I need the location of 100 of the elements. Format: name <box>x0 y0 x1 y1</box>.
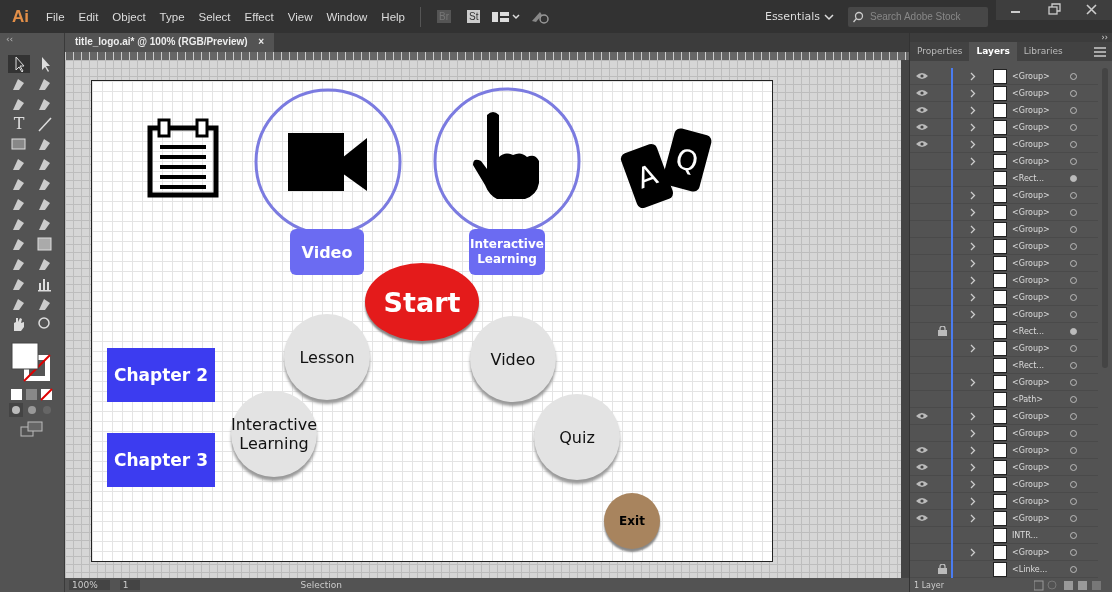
layer-name[interactable]: <Rect... <box>1012 360 1070 370</box>
layer-row[interactable]: <Group> <box>910 476 1098 493</box>
chevron-icon[interactable] <box>970 207 976 217</box>
layer-row[interactable]: <Group> <box>910 425 1098 442</box>
layer-name[interactable]: <Group> <box>1012 275 1070 285</box>
interactive-learning-label[interactable]: Interactive Learning <box>469 229 545 275</box>
layout-icon[interactable] <box>492 9 523 24</box>
layer-row[interactable]: <Group> <box>910 102 1098 119</box>
layer-row[interactable]: <Group> <box>910 255 1098 272</box>
chevron-icon[interactable] <box>970 139 976 149</box>
layer-name[interactable]: <Group> <box>1012 513 1070 523</box>
eye-icon[interactable] <box>915 89 928 97</box>
expand-toggle[interactable]: ›› <box>1101 33 1108 42</box>
layer-name[interactable]: <Group> <box>1012 411 1070 421</box>
chevron-icon[interactable] <box>970 71 976 81</box>
layer-name[interactable]: <Group> <box>1012 88 1070 98</box>
layer-name[interactable]: <Group> <box>1012 105 1070 115</box>
layer-row[interactable]: <Group> <box>910 153 1098 170</box>
layer-name[interactable]: <Group> <box>1012 139 1070 149</box>
chevron-icon[interactable] <box>970 479 976 489</box>
layer-name[interactable]: <Group> <box>1012 224 1070 234</box>
layer-name[interactable]: <Rect... <box>1012 173 1070 183</box>
layer-row[interactable]: <Group> <box>910 408 1098 425</box>
quiz-button[interactable]: Quiz <box>534 394 620 480</box>
layer-name[interactable]: <Group> <box>1012 445 1070 455</box>
lock-icon[interactable] <box>937 564 947 574</box>
layer-row[interactable]: <Group> <box>910 289 1098 306</box>
menu-item[interactable]: Edit <box>71 10 106 23</box>
layer-row[interactable]: <Group> <box>910 85 1098 102</box>
panel-tab[interactable]: Properties <box>910 42 970 61</box>
layer-name[interactable]: <Group> <box>1012 258 1070 268</box>
lock-icon[interactable] <box>937 326 947 336</box>
layer-name[interactable]: <Group> <box>1012 496 1070 506</box>
chevron-icon[interactable] <box>970 224 976 234</box>
eye-icon[interactable] <box>915 446 928 454</box>
layer-row[interactable]: <Group> <box>910 136 1098 153</box>
layer-name[interactable]: <Group> <box>1012 156 1070 166</box>
chevron-icon[interactable] <box>970 377 976 387</box>
chevron-icon[interactable] <box>970 496 976 506</box>
layer-name[interactable]: <Group> <box>1012 377 1070 387</box>
chevron-icon[interactable] <box>970 428 976 438</box>
layer-name[interactable]: <Group> <box>1012 122 1070 132</box>
layer-name[interactable]: <Group> <box>1012 292 1070 302</box>
layer-row[interactable]: <Group> <box>910 493 1098 510</box>
panel-tab[interactable]: Layers <box>969 42 1017 61</box>
chevron-icon[interactable] <box>970 88 976 98</box>
layer-row[interactable]: <Group> <box>910 340 1098 357</box>
layer-name[interactable]: <Group> <box>1012 207 1070 217</box>
panel-tab[interactable]: Libraries <box>1016 42 1070 61</box>
chevron-icon[interactable] <box>970 343 976 353</box>
layer-row[interactable]: <Group> <box>910 119 1098 136</box>
menu-item[interactable]: Help <box>374 10 412 23</box>
eye-icon[interactable] <box>915 106 928 114</box>
chevron-icon[interactable] <box>970 258 976 268</box>
layer-row[interactable]: <Path> <box>910 391 1098 408</box>
eye-icon[interactable] <box>915 463 928 471</box>
chevron-down-icon[interactable] <box>824 12 834 21</box>
video-button[interactable]: Video <box>470 316 556 402</box>
layer-row[interactable]: <Group> <box>910 204 1098 221</box>
layer-name[interactable]: <Path> <box>1012 394 1070 404</box>
eye-icon[interactable] <box>915 72 928 80</box>
chevron-icon[interactable] <box>970 292 976 302</box>
layer-name[interactable]: <Group> <box>1012 428 1070 438</box>
layer-row[interactable]: INTR... <box>910 527 1098 544</box>
interactive-learning-button[interactable]: Interactive Learning <box>231 391 317 477</box>
chevron-icon[interactable] <box>970 513 976 523</box>
target-circle[interactable] <box>1070 174 1077 182</box>
lesson-button[interactable]: Lesson <box>284 314 370 400</box>
layer-name[interactable]: <Group> <box>1012 547 1070 557</box>
chevron-icon[interactable] <box>970 411 976 421</box>
layer-name[interactable]: <Rect... <box>1012 326 1070 336</box>
search-field[interactable]: Search Adobe Stock <box>848 6 988 27</box>
menu-item[interactable]: Window <box>319 10 375 23</box>
chevron-icon[interactable] <box>970 275 976 285</box>
exit-button[interactable]: Exit <box>604 493 660 549</box>
layer-row[interactable]: <Group> <box>910 221 1098 238</box>
eye-icon[interactable] <box>915 412 928 420</box>
layer-row[interactable]: <Group> <box>910 68 1098 85</box>
layer-row[interactable]: <Group> <box>910 187 1098 204</box>
menu-icon[interactable] <box>1094 46 1106 57</box>
menu-item[interactable]: File <box>39 10 72 23</box>
start-button[interactable]: Start <box>365 263 479 341</box>
layer-row[interactable]: <Group> <box>910 238 1098 255</box>
stock-button[interactable]: St <box>467 10 481 23</box>
eye-icon[interactable] <box>915 140 928 148</box>
layer-row[interactable]: <Group> <box>910 510 1098 527</box>
chevron-icon[interactable] <box>970 309 976 319</box>
video-label[interactable]: Video <box>290 229 364 275</box>
menu-item[interactable]: Object <box>105 10 153 23</box>
layer-name[interactable]: <Group> <box>1012 190 1070 200</box>
target-circle[interactable] <box>1070 327 1077 335</box>
eye-icon[interactable] <box>915 514 928 522</box>
layer-row[interactable]: <Rect... <box>910 323 1098 340</box>
menu-item[interactable]: Select <box>191 10 238 23</box>
layer-name[interactable]: <Linke... <box>1012 564 1070 574</box>
layer-name[interactable]: <Group> <box>1012 462 1070 472</box>
layer-name[interactable]: <Group> <box>1012 343 1070 353</box>
menu-item[interactable]: Effect <box>237 10 281 23</box>
layer-name[interactable]: <Group> <box>1012 241 1070 251</box>
layer-name[interactable]: <Group> <box>1012 71 1070 81</box>
